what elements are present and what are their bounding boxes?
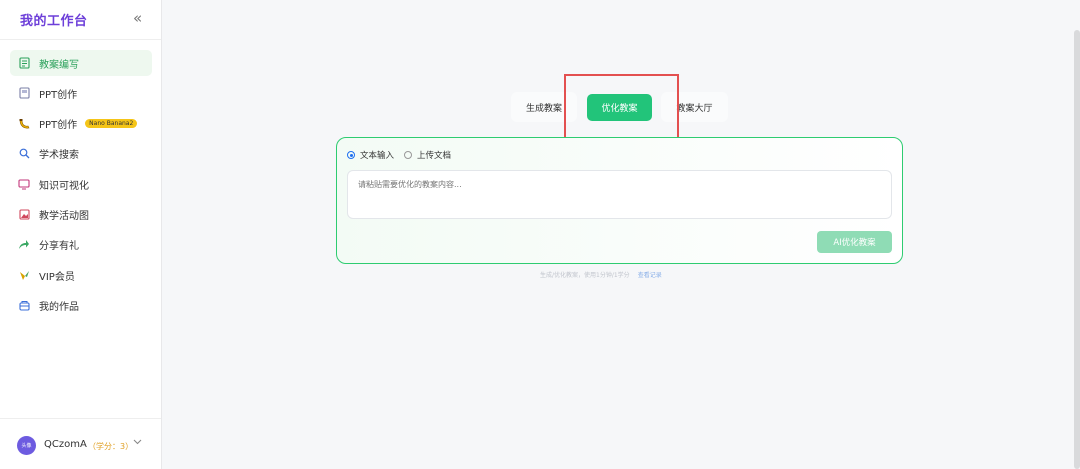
sidebar-item-label: 我的作品 <box>39 301 79 313</box>
text-input-label[interactable]: 文本输入 <box>360 149 394 161</box>
ai-optimize-button[interactable]: AI优化教案 <box>817 231 892 253</box>
upload-document-label[interactable]: 上传文档 <box>417 149 451 161</box>
vip-icon <box>18 269 30 281</box>
user-credits: （学分：3） <box>88 442 134 451</box>
usage-footnote: 生成/优化教案，使用1分钟/1学分 查看记录 <box>540 270 662 279</box>
sidebar-item-my-works[interactable]: 我的作品 <box>10 292 152 318</box>
sidebar-item-share[interactable]: 分享有礼 <box>10 232 152 258</box>
sidebar-item-ppt[interactable]: PPT创作 <box>10 80 152 106</box>
sidebar-item-label: 教案编写 <box>39 59 79 71</box>
sidebar-item-label: 知识可视化 <box>39 180 89 192</box>
double-chevron-left-icon[interactable]: « <box>133 9 142 27</box>
sidebar-menu: 教案编写 PPT创作 PPT创作 Nano Banana2 学术搜索 知识可视化… <box>10 50 152 323</box>
search-icon <box>18 148 30 160</box>
sidebar-item-ppt-banana[interactable]: PPT创作 Nano Banana2 <box>10 111 152 137</box>
sidebar-item-label: 教学活动图 <box>39 210 89 222</box>
image-icon <box>18 208 30 220</box>
slides-icon <box>18 87 30 99</box>
banana-icon <box>18 118 30 130</box>
sidebar-item-label: 学术搜索 <box>39 150 79 162</box>
nano-banana-badge: Nano Banana2 <box>85 119 138 129</box>
monitor-icon <box>18 178 30 190</box>
sidebar-item-academic-search[interactable]: 学术搜索 <box>10 141 152 167</box>
sidebar-item-label: PPT创作 <box>39 89 78 101</box>
sidebar-item-knowledge-visualization[interactable]: 知识可视化 <box>10 171 152 197</box>
view-records-link[interactable]: 查看记录 <box>638 272 662 279</box>
user-profile-bar[interactable]: 头像 QCzomA （学分：3） <box>0 418 161 469</box>
optimize-card: 文本输入 上传文档 AI优化教案 <box>336 137 903 264</box>
chevron-down-icon[interactable] <box>133 438 142 448</box>
text-input-radio[interactable] <box>347 151 355 159</box>
user-name: QCzomA <box>44 439 87 450</box>
sidebar-header: 我的工作台 « <box>0 0 161 40</box>
sidebar-item-label: VIP会员 <box>39 271 75 283</box>
share-arrow-icon <box>18 239 30 251</box>
folder-icon <box>18 299 30 311</box>
usage-note-text: 生成/优化教案，使用1分钟/1学分 <box>540 272 630 279</box>
upload-document-radio[interactable] <box>404 151 413 159</box>
highlight-annotation-box <box>564 74 679 140</box>
sidebar-item-activity-diagram[interactable]: 教学活动图 <box>10 201 152 227</box>
workspace-title: 我的工作台 <box>20 14 88 29</box>
sidebar: 我的工作台 « 教案编写 PPT创作 PPT创作 Nano Banana2 学术… <box>0 0 162 469</box>
input-mode-group: 文本输入 上传文档 <box>347 149 461 161</box>
sidebar-item-lesson-plan[interactable]: 教案编写 <box>10 50 152 76</box>
lesson-plan-input[interactable] <box>347 170 892 219</box>
avatar[interactable]: 头像 <box>17 436 36 455</box>
scrollbar[interactable] <box>1074 30 1080 469</box>
sidebar-item-label: PPT创作 <box>39 120 78 132</box>
sidebar-item-label: 分享有礼 <box>39 241 79 253</box>
sidebar-item-vip[interactable]: VIP会员 <box>10 262 152 288</box>
document-icon <box>18 57 30 69</box>
